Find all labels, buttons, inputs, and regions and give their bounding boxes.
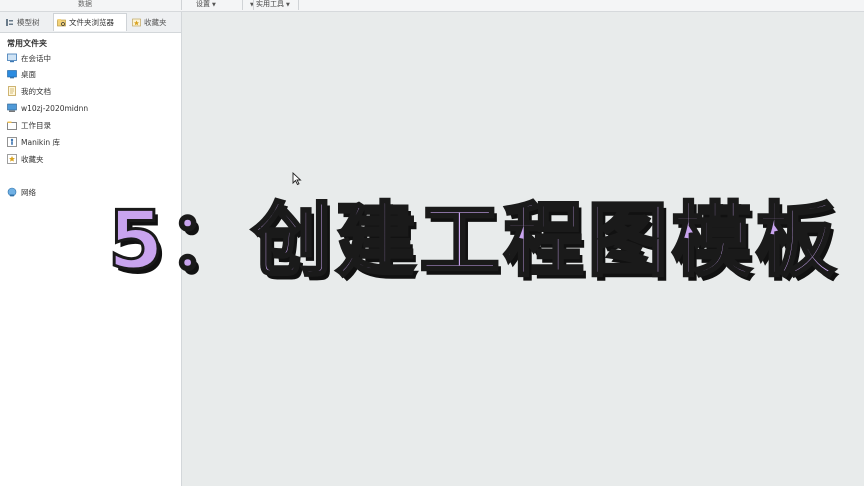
network-icon bbox=[7, 187, 17, 197]
navigator-tabs: 模型树 文件夹浏览器 收藏夹 bbox=[0, 12, 181, 33]
folder-browser-icon bbox=[57, 19, 66, 27]
ribbon-separator bbox=[181, 0, 182, 10]
favorites-tab-icon bbox=[132, 18, 141, 26]
folder-item-manikin-library[interactable]: Manikin 库 bbox=[7, 136, 60, 148]
utilities-dropdown[interactable]: 实用工具 ▼ bbox=[256, 0, 290, 10]
computer-icon bbox=[7, 103, 17, 112]
manikin-library-icon bbox=[7, 137, 17, 147]
folder-item-in-session[interactable]: 在会话中 bbox=[7, 52, 51, 64]
ribbon-strip: 数据 设置 ▼ ▼ 实用工具 ▼ bbox=[0, 0, 864, 12]
video-caption: 5：创建工程图模板 bbox=[107, 194, 840, 287]
chevron-down-icon: ▼ bbox=[286, 2, 290, 8]
folder-item-my-documents[interactable]: 我的文档 bbox=[7, 85, 51, 97]
favorites-icon bbox=[7, 154, 17, 164]
documents-icon bbox=[8, 86, 16, 96]
folder-item-desktop[interactable]: 桌面 bbox=[7, 68, 36, 80]
model-tree-icon bbox=[6, 18, 13, 26]
folder-item-working-directory[interactable]: 工作目录 bbox=[7, 119, 51, 131]
settings-dropdown[interactable]: 设置 ▼ bbox=[196, 0, 216, 10]
folder-item-computer[interactable]: w10zj-2020midnn bbox=[7, 102, 88, 114]
working-directory-icon bbox=[7, 121, 17, 130]
tab-favorites[interactable]: 收藏夹 bbox=[129, 13, 179, 31]
folder-item-favorites[interactable]: 收藏夹 bbox=[7, 153, 44, 165]
chevron-down-icon: ▼ bbox=[212, 2, 216, 8]
ribbon-group-label: 数据 bbox=[78, 0, 92, 8]
tab-folder-browser[interactable]: 文件夹浏览器 bbox=[53, 13, 127, 31]
session-icon bbox=[7, 53, 17, 63]
folder-item-network[interactable]: 网络 bbox=[7, 186, 36, 198]
ribbon-separator bbox=[242, 0, 243, 10]
tab-model-tree[interactable]: 模型树 bbox=[2, 13, 52, 31]
ribbon-separator bbox=[253, 0, 254, 10]
common-folders-heading: 常用文件夹 bbox=[7, 39, 47, 48]
desktop-icon bbox=[7, 70, 17, 79]
mouse-cursor-icon bbox=[292, 172, 302, 186]
ribbon-separator bbox=[298, 0, 299, 10]
